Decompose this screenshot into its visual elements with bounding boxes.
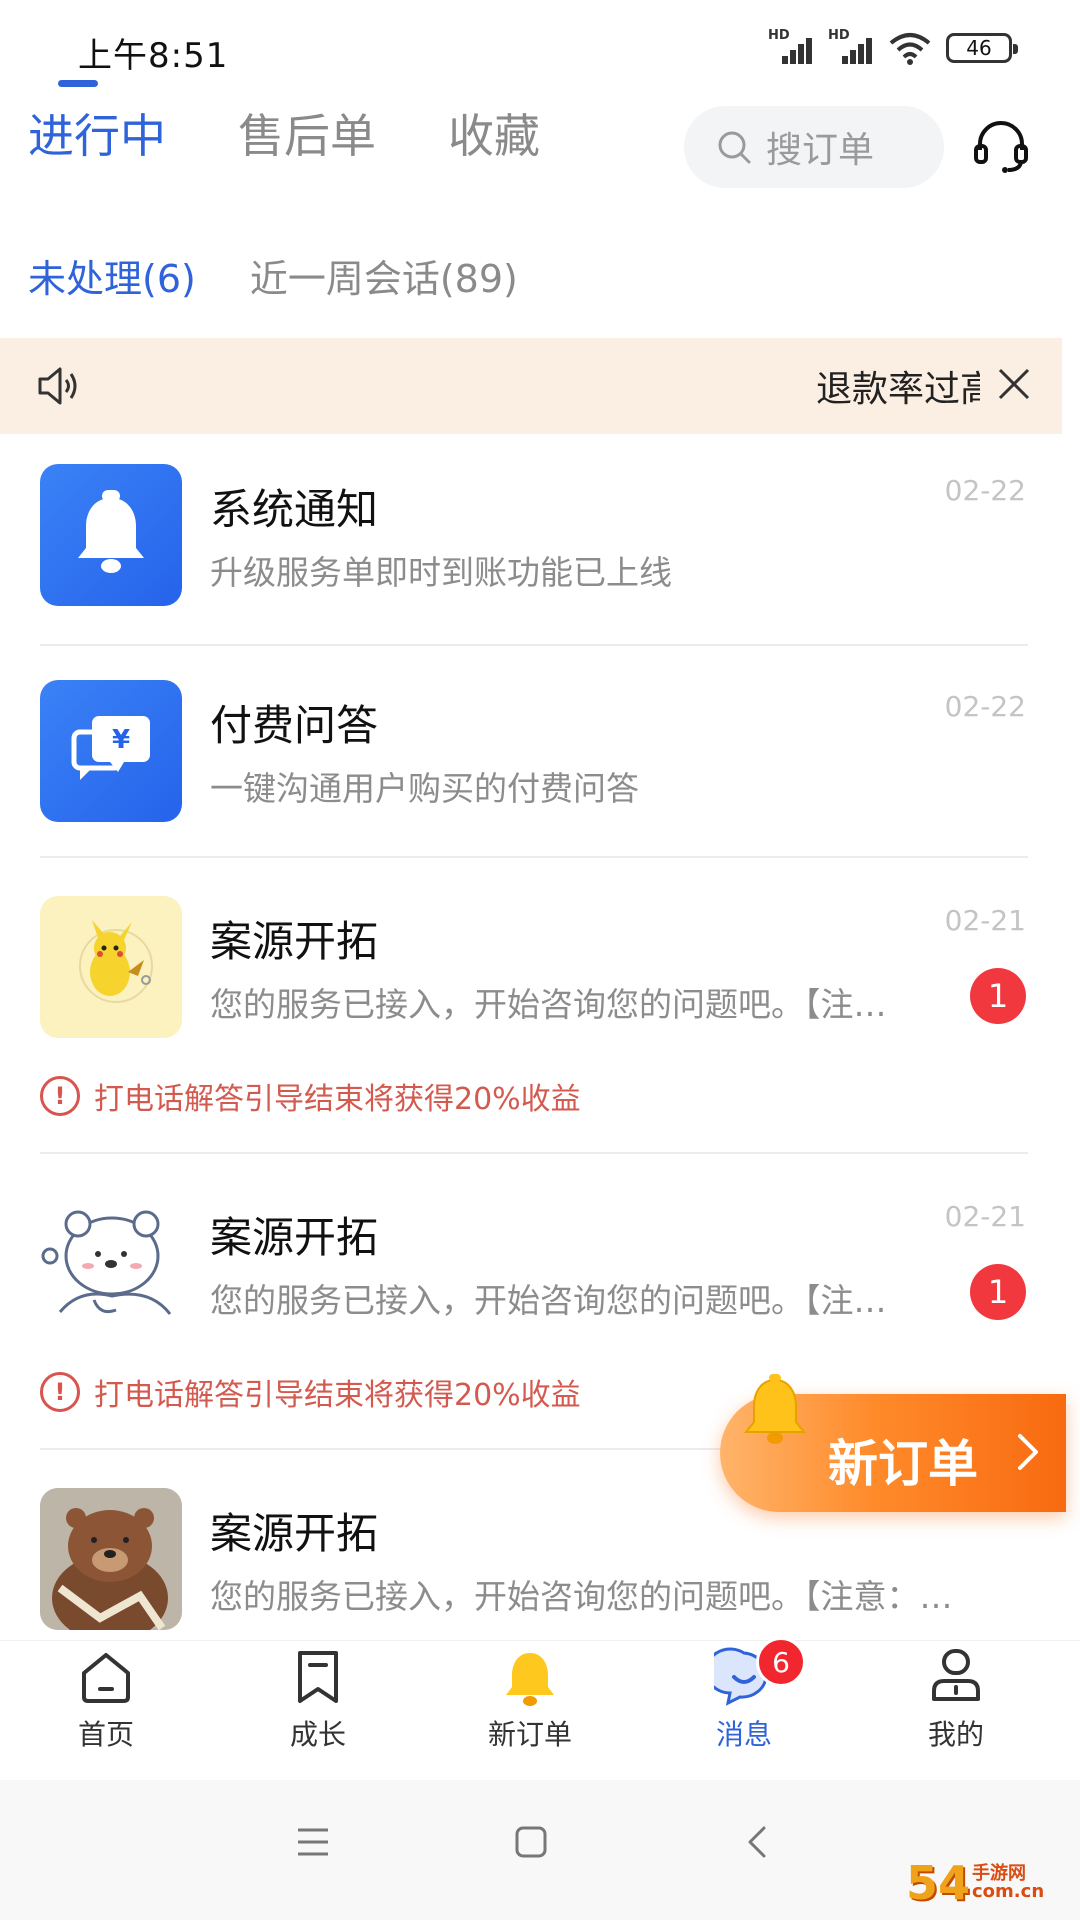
battery-icon: 46 bbox=[946, 33, 1018, 63]
warning-icon: ! bbox=[40, 1076, 80, 1116]
unread-badge: 1 bbox=[970, 968, 1026, 1024]
app-screen: { "status_bar": { "time": "上午8:51", "sig… bbox=[0, 0, 1080, 1920]
hd-label: HD bbox=[828, 28, 850, 43]
nav-badge: 6 bbox=[756, 1637, 806, 1687]
sub-tabs: 未处理(6) 近一周会话(89) bbox=[28, 248, 518, 303]
list-item[interactable]: ¥ 付费问答 一键沟通用户购买的付费问答 02-22 bbox=[0, 646, 1062, 858]
bottom-nav: 首页 成长 新订单 6 消息 我的 bbox=[0, 1637, 1080, 1780]
nav-growth[interactable]: 成长 bbox=[258, 1647, 378, 1753]
item-date: 02-21 bbox=[944, 904, 1026, 937]
item-date: 02-22 bbox=[944, 690, 1026, 723]
home-square-icon[interactable] bbox=[514, 1824, 548, 1860]
status-bar: 上午8:51 HD HD 46 bbox=[0, 0, 1080, 96]
item-title: 案源开拓 bbox=[210, 1213, 379, 1262]
item-date: 02-21 bbox=[944, 1200, 1026, 1233]
item-title: 系统通知 bbox=[210, 485, 379, 534]
warning-text: 打电话解答引导结束将获得20%收益 bbox=[94, 1378, 581, 1413]
bell-icon bbox=[506, 1653, 554, 1706]
menu-icon[interactable] bbox=[296, 1824, 330, 1860]
paid-chat-icon: ¥ bbox=[40, 680, 182, 822]
battery-level: 46 bbox=[966, 36, 992, 60]
bell-icon bbox=[40, 464, 182, 606]
status-time: 上午8:51 bbox=[78, 36, 229, 76]
search-input[interactable]: 搜订单 bbox=[684, 106, 944, 188]
item-subtitle: 升级服务单即时到账功能已上线 bbox=[210, 553, 672, 592]
watermark-number: 54 bbox=[906, 1856, 971, 1910]
nav-label: 新订单 bbox=[487, 1718, 572, 1751]
subtab-unprocessed[interactable]: 未处理(6) bbox=[28, 248, 196, 303]
watermark-line2: com.cn bbox=[972, 1881, 1045, 1902]
new-order-float-button[interactable]: 新订单 bbox=[720, 1374, 1066, 1512]
status-icons: HD HD 46 bbox=[768, 28, 1018, 66]
search-icon bbox=[718, 131, 751, 164]
item-title: 付费问答 bbox=[210, 701, 379, 750]
tab-after-sales[interactable]: 售后单 bbox=[238, 100, 376, 166]
search-placeholder: 搜订单 bbox=[766, 130, 875, 171]
notice-banner: 退款率过高 bbox=[0, 338, 1062, 434]
notice-text[interactable]: 退款率过高 bbox=[816, 360, 980, 412]
nav-label: 成长 bbox=[289, 1718, 346, 1751]
cell-signal-icon: HD bbox=[828, 28, 874, 66]
warning-row: ! 打电话解答引导结束将获得20%收益 bbox=[40, 1074, 581, 1118]
headset-icon[interactable] bbox=[972, 118, 1030, 176]
subtab-recent-week[interactable]: 近一周会话(89) bbox=[250, 248, 518, 303]
active-tab-indicator bbox=[58, 80, 98, 87]
bell-icon bbox=[743, 1374, 807, 1444]
tab-in-progress[interactable]: 进行中 bbox=[28, 100, 166, 166]
list-item[interactable]: 案源开拓 您的服务已接入，开始咨询您的问题吧。【注… 02-21 1 ! 打电话… bbox=[0, 858, 1062, 1154]
bookmark-icon bbox=[298, 1651, 338, 1703]
nav-new-order[interactable]: 新订单 bbox=[470, 1647, 590, 1753]
item-title: 案源开拓 bbox=[210, 1509, 379, 1558]
home-icon bbox=[82, 1653, 130, 1703]
nav-messages[interactable]: 6 消息 bbox=[684, 1637, 806, 1753]
nav-label: 消息 bbox=[715, 1718, 772, 1751]
profile-icon bbox=[932, 1649, 980, 1701]
item-subtitle: 您的服务已接入，开始咨询您的问题吧。【注… bbox=[210, 985, 887, 1024]
pikachu-avatar bbox=[40, 896, 182, 1038]
nav-profile[interactable]: 我的 bbox=[896, 1647, 1016, 1753]
warning-text: 打电话解答引导结束将获得20%收益 bbox=[94, 1082, 581, 1117]
back-icon[interactable] bbox=[740, 1824, 774, 1860]
nav-label: 我的 bbox=[927, 1718, 984, 1751]
unread-badge: 1 bbox=[970, 1264, 1026, 1320]
warning-icon: ! bbox=[40, 1372, 80, 1412]
tab-favorites[interactable]: 收藏 bbox=[448, 100, 540, 166]
list-item[interactable]: 系统通知 升级服务单即时到账功能已上线 02-22 bbox=[0, 434, 1062, 646]
item-date: 02-22 bbox=[944, 474, 1026, 507]
brown-bear-avatar bbox=[40, 1488, 182, 1630]
top-tabs: 进行中 售后单 收藏 bbox=[28, 100, 540, 166]
nav-home[interactable]: 首页 bbox=[46, 1647, 166, 1753]
speaker-icon bbox=[38, 367, 77, 405]
item-subtitle: 您的服务已接入，开始咨询您的问题吧。【注… bbox=[210, 1281, 887, 1320]
warning-row: ! 打电话解答引导结束将获得20%收益 bbox=[40, 1370, 581, 1414]
hd-label: HD bbox=[768, 28, 790, 43]
wifi-icon bbox=[889, 33, 931, 65]
close-icon[interactable] bbox=[994, 364, 1034, 404]
chevron-right-icon bbox=[1018, 1434, 1038, 1470]
item-subtitle: 您的服务已接入，开始咨询您的问题吧。【注意：… bbox=[210, 1577, 953, 1616]
cell-signal-icon: HD bbox=[768, 28, 814, 66]
item-subtitle: 一键沟通用户购买的付费问答 bbox=[210, 769, 639, 808]
new-order-label: 新订单 bbox=[828, 1435, 978, 1493]
svg-text:¥: ¥ bbox=[112, 725, 130, 755]
bear-sketch-avatar bbox=[40, 1192, 182, 1334]
nav-label: 首页 bbox=[77, 1718, 134, 1751]
item-title: 案源开拓 bbox=[210, 917, 379, 966]
watermark-logo: 54 手游网 com.cn bbox=[906, 1856, 1044, 1910]
